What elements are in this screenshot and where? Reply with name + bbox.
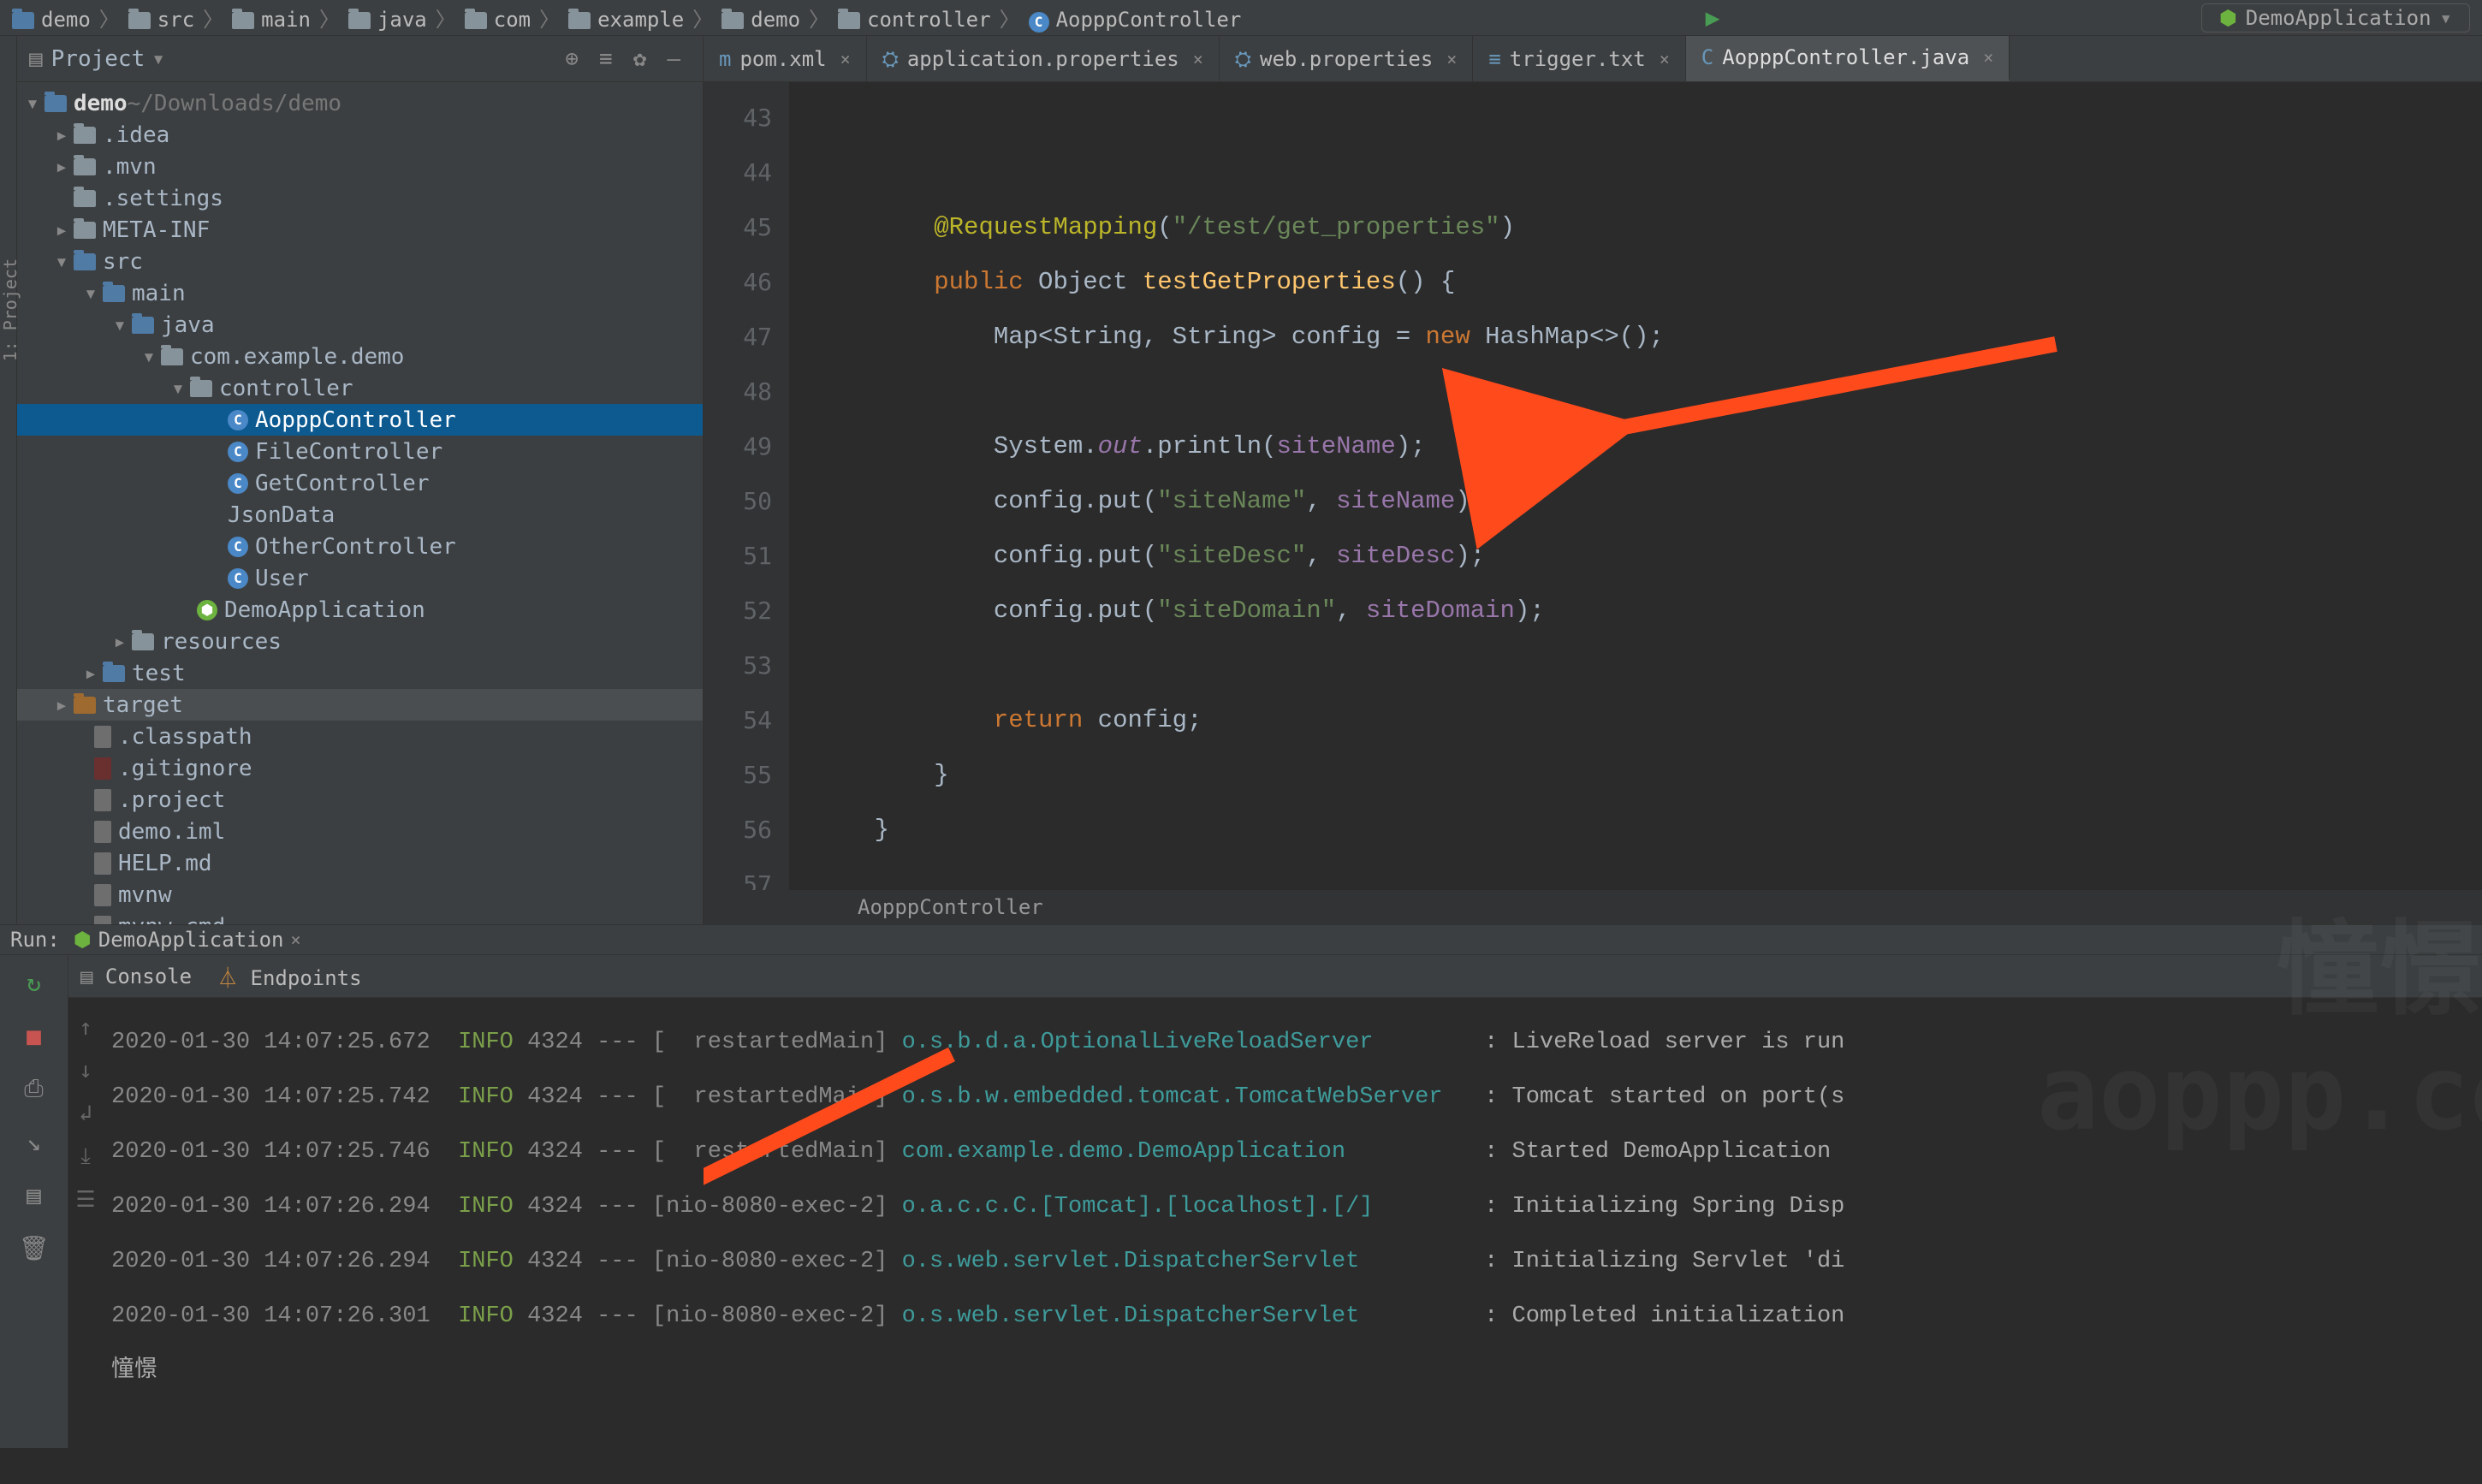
navigation-breadcrumb: demo〉src〉main〉java〉com〉example〉demo〉cont… <box>0 0 2482 36</box>
spring-icon: ⬢ <box>2219 6 2237 30</box>
run-tab-label[interactable]: DemoApplication <box>98 928 284 952</box>
run-toolbar: ↻ ■ ⎙ ↘ ▤ 🗑 <box>0 955 68 1448</box>
spring-icon: ⬢ <box>74 928 92 952</box>
exit-button[interactable]: ↘ <box>19 1126 50 1157</box>
console-output[interactable]: 2020-01-30 14:07:25.672 INFO 4324 --- [ … <box>103 998 2482 1448</box>
toolwindow-rail-left[interactable]: 1: Project <box>0 36 17 924</box>
tree-item[interactable]: ▾controller <box>17 372 703 404</box>
hide-icon[interactable]: — <box>667 46 680 72</box>
trash-icon[interactable]: 🗑 <box>19 1232 50 1263</box>
tree-item[interactable]: mvnw.cmd <box>17 911 703 924</box>
tree-item[interactable]: CAopppController <box>17 404 703 436</box>
tree-item[interactable]: .classpath <box>17 721 703 752</box>
tree-item[interactable]: JsonData <box>17 499 703 531</box>
editor-tab[interactable]: ≡trigger.txt× <box>1473 36 1685 81</box>
stop-button[interactable]: ■ <box>19 1020 50 1051</box>
run-toolwindow-header: Run: ⬢ DemoApplication × <box>0 924 2482 955</box>
tree-item[interactable]: demo.iml <box>17 816 703 847</box>
run-config-label: DemoApplication <box>2246 6 2432 30</box>
close-icon[interactable]: × <box>1193 49 1203 69</box>
project-view-icon: ▤ <box>29 46 43 72</box>
rerun-button[interactable]: ↻ <box>19 967 50 998</box>
up-icon[interactable]: ↑ <box>79 1015 92 1041</box>
close-icon[interactable]: × <box>1983 47 1993 68</box>
code-editor[interactable]: @RequestMapping("/test/get_properties") … <box>789 82 2482 890</box>
breadcrumb-item[interactable]: example <box>568 8 684 32</box>
file-icon: C <box>1701 45 1713 69</box>
chevron-down-icon[interactable]: ▾ <box>151 46 165 72</box>
tree-item[interactable]: CGetController <box>17 467 703 499</box>
scroll-icon[interactable]: ⤓ <box>80 1143 91 1170</box>
breadcrumb-item[interactable]: java <box>348 8 427 32</box>
editor-tab[interactable]: ⛭application.properties× <box>867 36 1220 81</box>
down-icon[interactable]: ↓ <box>79 1058 92 1083</box>
wrap-icon[interactable]: ↲ <box>79 1101 92 1126</box>
tree-item[interactable]: .project <box>17 784 703 816</box>
tree-item[interactable]: CFileController <box>17 436 703 467</box>
tree-item[interactable]: ▾java <box>17 309 703 341</box>
breadcrumb-item[interactable]: demo <box>12 8 91 32</box>
run-subtabs: ▤ Console ⏃ Endpoints <box>68 955 2482 998</box>
editor-tab[interactable]: CAopppController.java× <box>1686 36 2010 81</box>
project-tree[interactable]: ▾demo ~/Downloads/demo▸.idea▸.mvn.settin… <box>17 82 703 924</box>
run-icon[interactable]: ▶ <box>1706 3 1720 32</box>
tree-item[interactable]: ▾com.example.demo <box>17 341 703 372</box>
tree-item[interactable]: .gitignore <box>17 752 703 784</box>
close-icon[interactable]: × <box>291 929 301 950</box>
close-icon[interactable]: × <box>1446 49 1457 69</box>
print-icon[interactable]: ☰ <box>75 1187 95 1213</box>
tree-item[interactable]: ▸resources <box>17 626 703 657</box>
file-icon: ⛭ <box>1235 47 1251 71</box>
tree-item[interactable]: mvnw <box>17 879 703 911</box>
close-icon[interactable]: × <box>840 49 851 69</box>
console-tab[interactable]: ▤ Console <box>80 965 192 988</box>
editor-tab[interactable]: ⛭web.properties× <box>1220 36 1474 81</box>
close-icon[interactable]: × <box>1660 49 1670 69</box>
tree-item[interactable]: ▸test <box>17 657 703 689</box>
editor-breadcrumb: AopppController <box>704 890 2482 924</box>
project-header: ▤ Project ▾ ⊕ ≡ ✿ — <box>17 36 703 82</box>
tree-item[interactable]: ▸target <box>17 689 703 721</box>
breadcrumb-item[interactable]: controller <box>838 8 991 32</box>
collapse-icon[interactable]: ≡ <box>599 46 613 72</box>
tree-item[interactable]: .settings <box>17 182 703 214</box>
chevron-down-icon: ▾ <box>2440 6 2452 30</box>
tree-item[interactable]: HELP.md <box>17 847 703 879</box>
file-icon: ⛭ <box>882 47 899 71</box>
breadcrumb-item[interactable]: com <box>465 8 531 32</box>
breadcrumb-item[interactable]: src <box>128 8 194 32</box>
tree-item[interactable]: COtherController <box>17 531 703 562</box>
console-nav: ↑ ↓ ↲ ⤓ ☰ <box>68 998 103 1448</box>
layout-button[interactable]: ▤ <box>19 1179 50 1210</box>
tree-item[interactable]: ▾main <box>17 277 703 309</box>
tree-item[interactable]: ▸.mvn <box>17 151 703 182</box>
run-toolwindow: ↻ ■ ⎙ ↘ ▤ 🗑 ▤ Console ⏃ Endpoints ↑ ↓ ↲ … <box>0 955 2482 1448</box>
dump-button[interactable]: ⎙ <box>19 1073 50 1104</box>
tree-root[interactable]: ▾demo ~/Downloads/demo <box>17 87 703 119</box>
editor-tabs: mpom.xml×⛭application.properties×⛭web.pr… <box>704 36 2482 82</box>
run-config-selector[interactable]: ⬢ DemoApplication ▾ <box>2201 3 2470 33</box>
tree-item[interactable]: ▸.idea <box>17 119 703 151</box>
breadcrumb-item[interactable]: main <box>232 8 311 32</box>
file-icon: m <box>719 47 731 71</box>
target-icon[interactable]: ⊕ <box>565 46 579 72</box>
editor-area: mpom.xml×⛭application.properties×⛭web.pr… <box>704 36 2482 924</box>
project-tool-window: ▤ Project ▾ ⊕ ≡ ✿ — ▾demo ~/Downloads/de… <box>17 36 704 924</box>
editor-gutter: 43 44 45 46 47 48 49 50 51 52 53 54 55 5… <box>704 82 789 890</box>
breadcrumb-item[interactable]: demo <box>721 8 800 32</box>
tree-item[interactable]: ▾src <box>17 246 703 277</box>
tree-item[interactable]: ⬢DemoApplication <box>17 594 703 626</box>
breadcrumb-item[interactable]: CAopppController <box>1029 8 1242 32</box>
tree-item[interactable]: ▸META-INF <box>17 214 703 246</box>
editor-tab[interactable]: mpom.xml× <box>704 36 867 81</box>
file-icon: ≡ <box>1488 47 1500 71</box>
gear-icon[interactable]: ✿ <box>633 46 647 72</box>
tree-item[interactable]: CUser <box>17 562 703 594</box>
project-label: Project <box>51 46 145 72</box>
endpoints-tab[interactable]: ⏃ Endpoints <box>217 961 362 991</box>
run-label: Run: <box>10 928 60 952</box>
